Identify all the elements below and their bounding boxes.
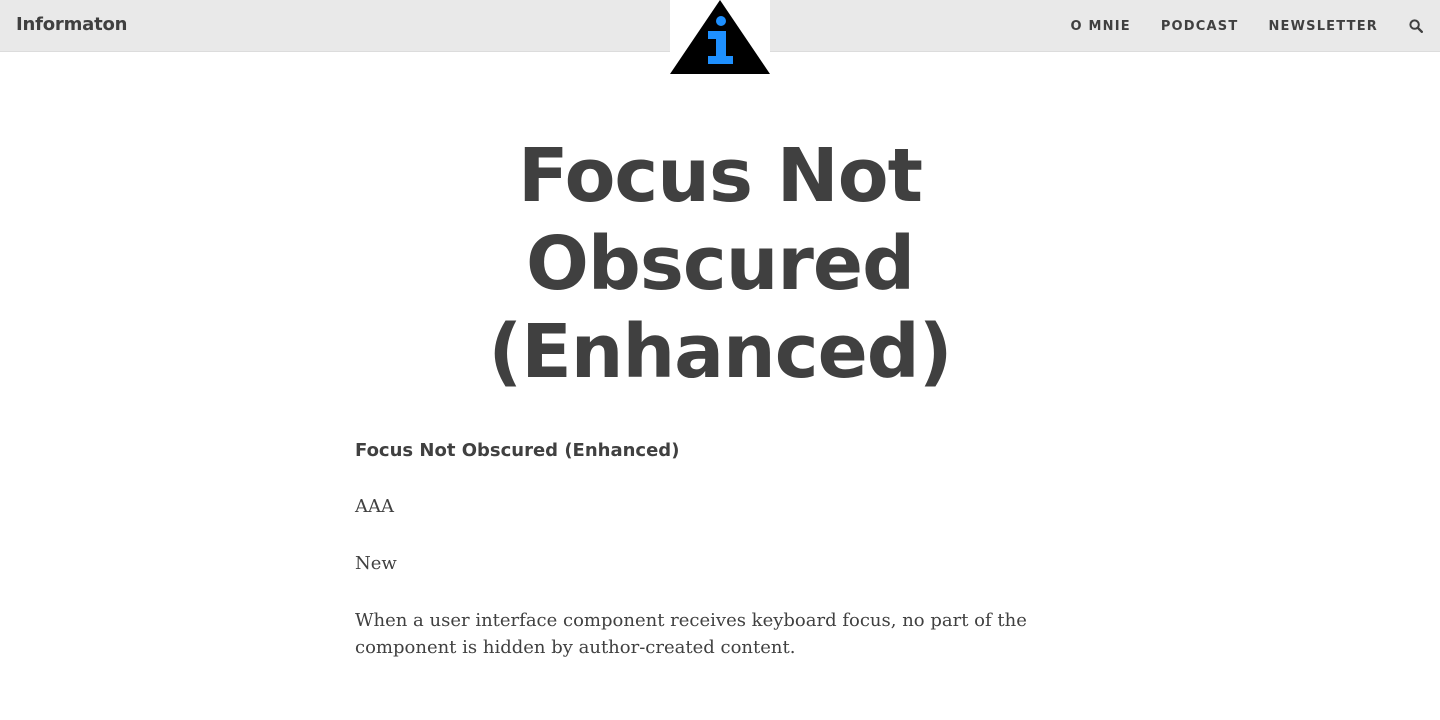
site-logo[interactable] [670,0,770,75]
nav-item-o-mnie[interactable]: O MNIE [1071,19,1131,34]
nav-item-newsletter[interactable]: NEWSLETTER [1268,19,1378,34]
article-body: Focus Not Obscured (Enhanced) AAA New Wh… [355,438,1085,691]
site-brand-link[interactable]: Informaton [16,14,127,35]
site-header: Informaton O MNIE PODCAST NEWSLETTER [0,0,1440,75]
info-triangle-icon [670,0,770,74]
nav-item-podcast[interactable]: PODCAST [1161,19,1239,34]
page-title: Focus Not Obscured (Enhanced) [488,133,952,395]
criterion-status: New [355,553,397,574]
criterion-description: When a user interface component receives… [355,610,1027,658]
search-icon [1409,19,1423,33]
criterion-heading: Focus Not Obscured (Enhanced) [355,440,680,461]
search-button[interactable] [1406,16,1426,36]
main-nav: O MNIE PODCAST NEWSLETTER [1071,0,1440,52]
criterion-level: AAA [355,496,394,517]
